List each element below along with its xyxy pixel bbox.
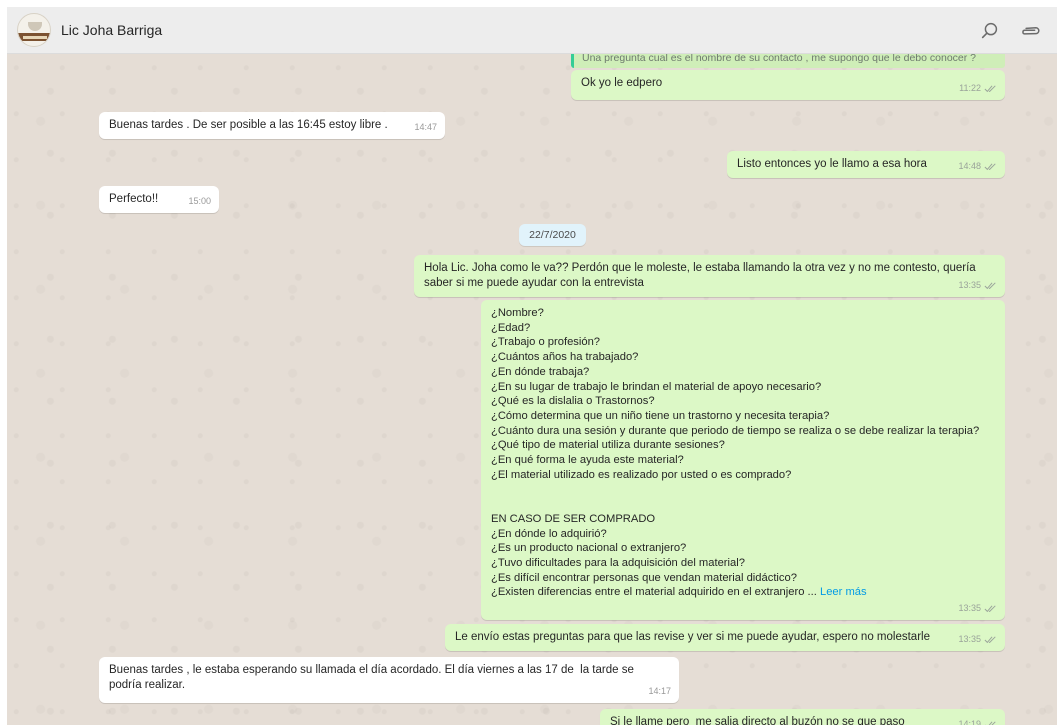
message-text: Buenas tardes , le estaba esperando su l… bbox=[109, 664, 638, 691]
message-meta: 13:35 bbox=[958, 601, 997, 616]
message-bubble-outgoing[interactable]: ¿Nombre? ¿Edad? ¿Trabajo o profesión? ¿C… bbox=[481, 300, 1005, 620]
avatar-logo-text bbox=[23, 36, 47, 39]
date-divider: 22/7/2020 bbox=[519, 224, 586, 246]
message-time: 13:35 bbox=[958, 603, 981, 614]
double-check-icon bbox=[984, 605, 996, 612]
double-check-icon bbox=[984, 162, 996, 170]
message-list[interactable]: Una pregunta cual es el nombre de su con… bbox=[7, 54, 1057, 725]
double-check-icon bbox=[984, 84, 996, 92]
chat-header[interactable]: Lic Joha Barriga bbox=[7, 7, 1057, 54]
message-text: Listo entonces yo le llamo a esa hora bbox=[737, 158, 927, 170]
message-text: Ok yo le edpero bbox=[581, 77, 663, 89]
message-time: 14:17 bbox=[648, 686, 671, 696]
message-text: Le envío estas preguntas para que las re… bbox=[455, 631, 930, 643]
chat-window: Lic Joha Barriga Una pregunta cual es el… bbox=[7, 7, 1057, 725]
message-bubble-incoming[interactable]: Buenas tardes . De ser posible a las 16:… bbox=[99, 112, 445, 139]
message-time: 14:19 bbox=[958, 719, 981, 725]
message-text: Si le llame pero me salia directo al buz… bbox=[610, 715, 995, 725]
message-bubble-incoming[interactable]: Buenas tardes , le estaba esperando su l… bbox=[99, 657, 679, 703]
message-meta: 14:19 bbox=[958, 717, 997, 725]
message-meta: 14:47 bbox=[414, 120, 437, 135]
message-time: 15:00 bbox=[188, 196, 211, 206]
quoted-message[interactable]: Una pregunta cual es el nombre de su con… bbox=[571, 54, 1005, 68]
message-text: Buenas tardes . De ser posible a las 16:… bbox=[109, 119, 388, 131]
message-time: 14:47 bbox=[414, 122, 437, 132]
paperclip-icon[interactable] bbox=[1019, 20, 1041, 42]
read-more-link[interactable]: Leer más bbox=[820, 586, 867, 598]
message-time: 11:22 bbox=[959, 83, 981, 93]
message-bubble-outgoing[interactable]: Listo entonces yo le llamo a esa hora 14… bbox=[727, 151, 1005, 178]
questions-text: ¿Nombre? ¿Edad? ¿Trabajo o profesión? ¿C… bbox=[491, 307, 980, 599]
message-meta: 14:17 bbox=[648, 684, 671, 699]
message-bubble-outgoing[interactable]: Ok yo le edpero 11:22 bbox=[571, 70, 1005, 100]
message-text-content: Si le llame pero me salia directo al buz… bbox=[610, 716, 905, 725]
message-bubble-outgoing[interactable]: Hola Lic. Joha como le va?? Perdón que l… bbox=[414, 255, 1005, 297]
double-check-icon bbox=[984, 635, 996, 643]
message-bubble-outgoing[interactable]: Si le llame pero me salia directo al buz… bbox=[600, 709, 1005, 725]
message-time: 14:48 bbox=[958, 161, 981, 171]
double-check-icon bbox=[984, 720, 996, 725]
avatar-bowl bbox=[28, 22, 42, 31]
double-check-icon bbox=[984, 281, 996, 289]
message-meta: 13:35 bbox=[958, 632, 997, 647]
message-meta: 15:00 bbox=[188, 194, 211, 209]
message-time: 13:35 bbox=[958, 280, 981, 290]
message-text: ¿Nombre? ¿Edad? ¿Trabajo o profesión? ¿C… bbox=[491, 306, 995, 600]
search-icon[interactable] bbox=[979, 20, 1001, 42]
message-meta: 14:48 bbox=[958, 159, 997, 174]
message-meta: 13:35 bbox=[958, 278, 997, 293]
message-meta: 11:22 bbox=[959, 81, 997, 96]
avatar[interactable] bbox=[17, 13, 51, 47]
message-text: Hola Lic. Joha como le va?? Perdón que l… bbox=[424, 262, 979, 289]
contact-name[interactable]: Lic Joha Barriga bbox=[61, 22, 162, 38]
message-bubble-outgoing[interactable]: Le envío estas preguntas para que las re… bbox=[445, 624, 1005, 651]
message-bubble-incoming[interactable]: Perfecto!! 15:00 bbox=[99, 186, 219, 213]
message-time: 13:35 bbox=[958, 634, 981, 644]
